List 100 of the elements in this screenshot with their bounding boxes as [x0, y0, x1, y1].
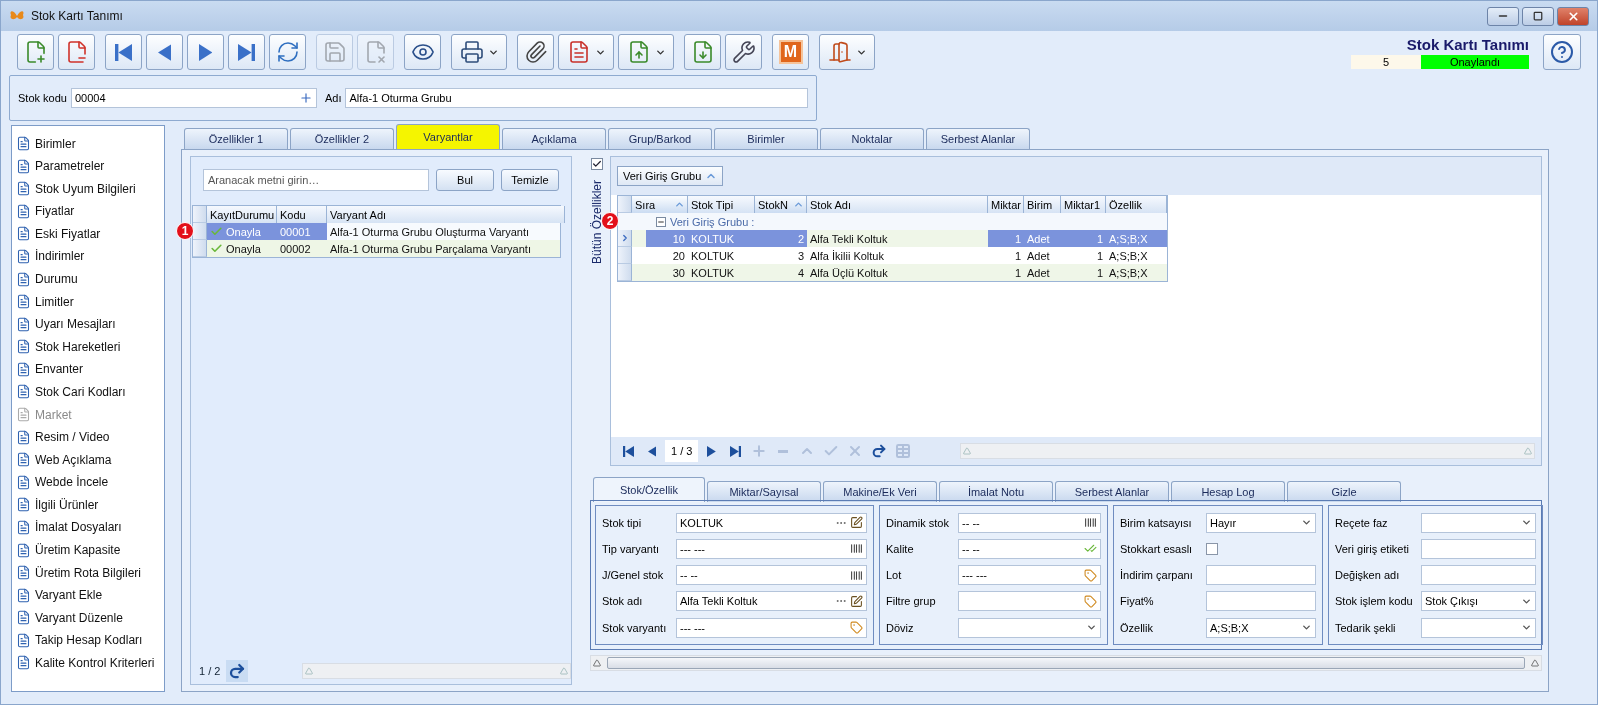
column-header[interactable]: Kodu: [277, 206, 327, 223]
tab[interactable]: Varyantlar: [396, 124, 500, 149]
sidebar-item[interactable]: İmalat Dosyaları: [16, 517, 160, 537]
sidebar-item[interactable]: Stok Uyum Bilgileri: [16, 179, 160, 199]
code-field[interactable]: 00004: [70, 88, 317, 108]
refresh-button[interactable]: [226, 660, 249, 682]
column-header[interactable]: Sıra: [632, 196, 688, 213]
column-header[interactable]: Stok Tipi: [688, 196, 755, 213]
tab[interactable]: Hesap Log: [1171, 481, 1285, 502]
sidebar-item[interactable]: Uyarı Mesajları: [16, 314, 160, 334]
sidebar-item[interactable]: Resim / Video: [16, 427, 160, 447]
toolbar-button[interactable]: [725, 34, 762, 70]
input-field[interactable]: --- ---: [958, 565, 1101, 585]
sidebar-item[interactable]: Takip Hesap Kodları: [16, 630, 160, 650]
tab[interactable]: İmalat Notu: [939, 481, 1053, 502]
toolbar-button[interactable]: [558, 34, 614, 70]
sidebar-item[interactable]: Stok Cari Kodları: [16, 382, 160, 402]
sidebar-item[interactable]: Eski Fiyatlar: [16, 224, 160, 244]
toolbar-button[interactable]: [269, 34, 306, 70]
input-field[interactable]: -- --: [958, 538, 1101, 559]
sidebar-item[interactable]: İndirimler: [16, 246, 160, 267]
column-header[interactable]: KayıtDurumu: [207, 206, 277, 223]
sidebar-item[interactable]: Envanter: [16, 359, 160, 379]
tab[interactable]: Grup/Barkod: [608, 128, 712, 149]
input-field[interactable]: [1421, 565, 1536, 585]
column-header[interactable]: Stok Adı: [807, 196, 988, 213]
input-field[interactable]: [1421, 538, 1536, 559]
row-header[interactable]: [618, 247, 632, 264]
clear-button[interactable]: Temizle: [501, 169, 559, 191]
tab[interactable]: Serbest Alanlar: [926, 128, 1030, 149]
input-field[interactable]: [1206, 591, 1316, 612]
input-field[interactable]: -- --: [676, 565, 867, 585]
close-button[interactable]: [1557, 6, 1589, 26]
sidebar-item[interactable]: Webde İncele: [16, 472, 160, 492]
scrollbar[interactable]: [960, 443, 1535, 459]
dropdown-field[interactable]: [958, 617, 1101, 638]
input-field[interactable]: KOLTUK: [676, 512, 867, 533]
search-field[interactable]: Aranacak metni girin…: [203, 169, 429, 191]
sidebar-item[interactable]: İlgili Ürünler: [16, 495, 160, 515]
column-header[interactable]: Varyant Adı: [327, 206, 565, 223]
dropdown-field[interactable]: Hayır: [1206, 512, 1316, 533]
column-header[interactable]: StokN: [755, 196, 807, 213]
scrollbar[interactable]: [302, 663, 571, 679]
checkbox[interactable]: [1206, 542, 1218, 555]
sidebar-item[interactable]: Limitler: [16, 292, 160, 312]
toolbar-button[interactable]: [146, 34, 183, 70]
dropdown-field[interactable]: [1421, 512, 1536, 533]
dropdown-field[interactable]: Stok Çıkışı: [1421, 591, 1536, 612]
dropdown-field[interactable]: A;S;B;X: [1206, 617, 1316, 638]
tab[interactable]: Noktalar: [820, 128, 924, 149]
row-header[interactable]: [193, 223, 207, 240]
tab[interactable]: Serbest Alanlar: [1055, 481, 1169, 502]
row-header[interactable]: [193, 240, 207, 257]
column-header[interactable]: Miktar: [988, 196, 1024, 213]
dropdown-field[interactable]: [1421, 617, 1536, 638]
row-header[interactable]: [618, 264, 632, 281]
column-header[interactable]: Miktar1: [1061, 196, 1106, 213]
toolbar-button[interactable]: [517, 34, 554, 70]
sidebar-item[interactable]: Fiyatlar: [16, 201, 160, 221]
sidebar-item[interactable]: Kalite Kontrol Kriterleri: [16, 653, 160, 673]
collapse-toggle[interactable]: [656, 216, 666, 227]
group-by-chip[interactable]: Veri Giriş Grubu: [617, 166, 723, 186]
column-header[interactable]: Özellik: [1106, 196, 1167, 213]
sidebar-item[interactable]: Varyant Ekle: [16, 585, 160, 605]
tab[interactable]: Açıklama: [502, 128, 606, 149]
input-field[interactable]: [958, 591, 1101, 612]
maximize-button[interactable]: [1522, 6, 1554, 26]
row-header[interactable]: [618, 230, 632, 247]
input-field[interactable]: [1206, 565, 1316, 585]
help-button[interactable]: [1543, 34, 1581, 70]
toolbar-button[interactable]: [819, 34, 875, 70]
sidebar-item[interactable]: Parametreler: [16, 156, 160, 176]
sidebar-item[interactable]: Varyant Düzenle: [16, 608, 160, 628]
column-header[interactable]: Birim: [1024, 196, 1061, 213]
checkbox[interactable]: [591, 158, 603, 170]
input-field[interactable]: --- ---: [676, 538, 867, 559]
tab[interactable]: Miktar/Sayısal: [707, 481, 821, 502]
input-field[interactable]: -- --: [958, 512, 1101, 533]
tab[interactable]: Özellikler 1: [184, 128, 288, 149]
tab[interactable]: Gizle: [1287, 481, 1401, 502]
tab[interactable]: Makine/Ek Veri: [823, 481, 937, 502]
scrollbar[interactable]: [590, 655, 1542, 671]
sidebar-item[interactable]: Birimler: [16, 134, 160, 154]
tab[interactable]: Birimler: [714, 128, 818, 149]
toolbar-button[interactable]: [228, 34, 265, 70]
toolbar-button[interactable]: [404, 34, 441, 70]
sidebar-item[interactable]: Durumu: [16, 269, 160, 289]
name-field[interactable]: Alfa-1 Oturma Grubu: [345, 88, 808, 108]
find-button[interactable]: Bul: [436, 169, 494, 191]
toolbar-button[interactable]: [451, 34, 507, 70]
sidebar-item[interactable]: Üretim Kapasite: [16, 540, 160, 560]
sidebar-item[interactable]: Stok Hareketleri: [16, 337, 160, 357]
sidebar-item[interactable]: Web Açıklama: [16, 450, 160, 470]
sidebar-item[interactable]: Üretim Rota Bilgileri: [16, 563, 160, 583]
toolbar-button[interactable]: [105, 34, 142, 70]
input-field[interactable]: Alfa Tekli Koltuk: [676, 591, 867, 612]
minimize-button[interactable]: [1487, 6, 1519, 26]
tab[interactable]: Özellikler 2: [290, 128, 394, 149]
input-field[interactable]: --- ---: [676, 617, 867, 638]
tab[interactable]: Stok/Özellik: [593, 477, 705, 502]
